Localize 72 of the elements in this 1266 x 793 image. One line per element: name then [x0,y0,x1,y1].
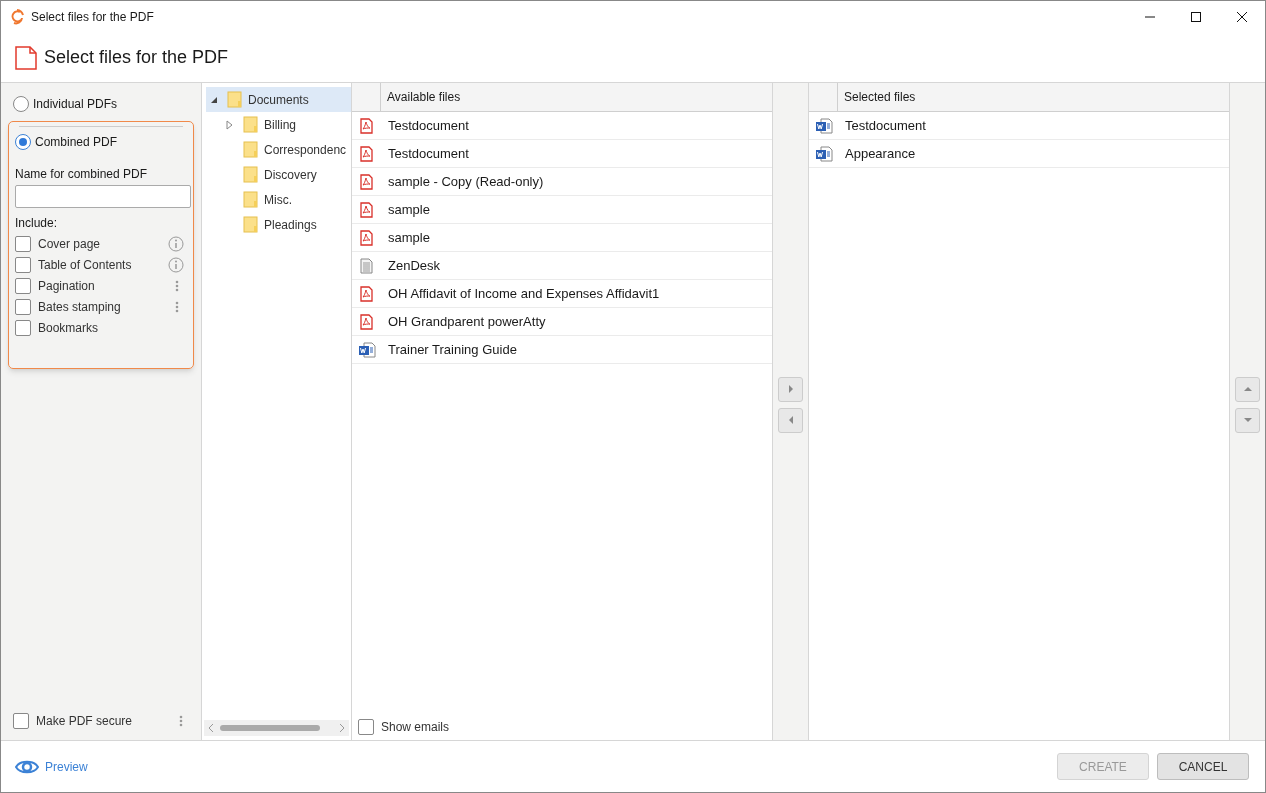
word-file-icon [814,117,833,134]
folder-icon [243,166,259,183]
field-label: Name for combined PDF [15,166,149,183]
radio-option[interactable]: Individual PDFs [13,95,118,113]
option-checkbox[interactable]: Bookmarks [15,319,99,337]
option-checkbox[interactable]: Table of Contents [15,256,132,274]
word-file-icon [357,341,376,358]
window-title: Select files for the PDF [31,9,154,26]
file-row[interactable]: Trainer Training Guide [352,336,772,364]
pdf-file-icon [360,285,373,302]
dialog-heading: Select files for the PDF [44,46,229,69]
pdf-file-icon [360,173,373,190]
pdf-file-icon [360,229,373,246]
option-checkbox[interactable]: Bates stamping [15,298,121,316]
name-input-field[interactable] [15,184,191,208]
secure-checkbox[interactable]: Make PDF secure [13,712,133,730]
triangle-right-icon [787,385,794,393]
folder-icon [243,191,259,208]
folder-icon [243,216,259,233]
file-row[interactable]: Appearance [809,140,1229,168]
minimize-icon [1145,16,1155,18]
pdf-file-icon [360,201,373,218]
option-checkbox[interactable]: Cover page [15,235,101,253]
file-row[interactable]: Testdocument [352,140,772,168]
horizontal-scrollbar[interactable] [204,720,349,736]
add-arrow-button[interactable] [778,376,803,402]
file-row[interactable]: sample [352,196,772,224]
preview-link[interactable]: Preview [15,757,88,776]
folder-icon [243,116,259,133]
tree-item[interactable]: Misc. [206,187,351,212]
tree-item[interactable]: Discovery [206,162,351,187]
file-row[interactable]: sample - Copy (Read-only) [352,168,772,196]
option-checkbox[interactable]: Pagination [15,277,95,295]
pdf-file-icon [360,313,373,330]
info-icon[interactable] [168,236,184,252]
pdf-file-icon [360,117,373,134]
text-file-icon [360,257,373,274]
file-row[interactable]: sample [352,224,772,252]
more-options-icon[interactable] [179,715,183,727]
dialog-button[interactable]: CANCEL [1157,753,1249,780]
radio-option[interactable]: Combined PDF [15,133,118,151]
tree-item[interactable]: Documents [206,87,351,112]
file-row[interactable]: Testdocument [809,112,1229,140]
eye-icon [15,758,39,775]
chevron-left-icon[interactable] [208,724,214,732]
show-emails-checkbox[interactable]: Show emails [358,718,450,736]
close-icon [1237,12,1247,22]
app-logo-icon [9,9,25,25]
triangle-up-icon [1243,386,1252,392]
info-icon[interactable] [168,257,184,273]
file-row[interactable]: OH Grandparent powerAtty [352,308,772,336]
file-row[interactable]: OH Affidavit of Income and Expenses Affidavit1 [352,280,772,308]
folder-icon [227,91,243,108]
more-options-icon[interactable] [175,280,179,292]
more-options-icon[interactable] [175,301,179,313]
tree-item[interactable]: Correspondenc [206,137,351,162]
pdf-file-icon [360,145,373,162]
remove-arrow-button[interactable] [778,407,803,433]
chevron-right-icon[interactable] [339,724,345,732]
tree-item[interactable]: Pleadings [206,212,351,237]
pdf-file-icon [15,45,37,70]
include-label: Include: [15,214,59,232]
folder-icon [243,141,259,158]
triangle-left-icon [787,416,794,424]
move-down-button[interactable] [1235,407,1260,433]
move-up-button[interactable] [1235,376,1260,402]
maximize-icon [1191,12,1201,22]
triangle-down-icon [1243,417,1252,423]
file-row[interactable]: Testdocument [352,112,772,140]
tree-item[interactable]: Billing [206,112,351,137]
file-row[interactable]: ZenDesk [352,252,772,280]
word-file-icon [814,145,833,162]
